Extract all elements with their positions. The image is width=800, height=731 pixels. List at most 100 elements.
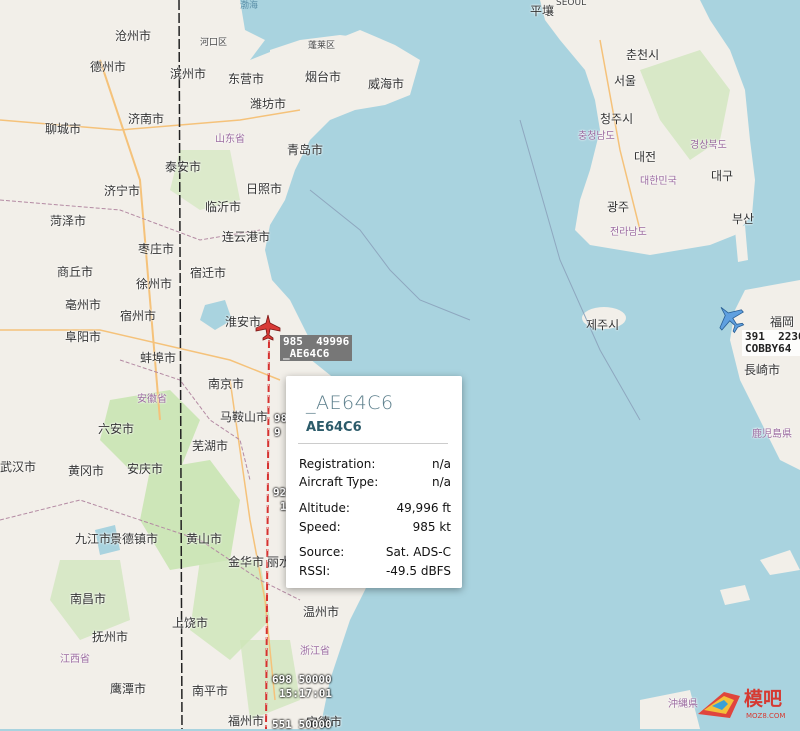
- aircraft-label-ae64c6[interactable]: 985 49996 _AE64C6: [280, 335, 353, 361]
- trail-label: 92: [273, 486, 287, 499]
- city-label: 제주시: [586, 318, 620, 332]
- popup-row-source: Source: Sat. ADS-C: [299, 545, 451, 560]
- row-key: Altitude:: [299, 501, 350, 515]
- city-label: 武汉市: [0, 460, 37, 474]
- city-label: 蚌埠市: [140, 351, 177, 365]
- watermark-text: 模吧: [744, 687, 782, 710]
- label-callsign: _AE64C6: [283, 347, 330, 360]
- city-label: 聊城市: [45, 122, 82, 136]
- city-label: 滨州市: [170, 67, 207, 81]
- city-label: 六安市: [98, 422, 135, 436]
- city-label: 商丘市: [57, 265, 94, 279]
- city-label: 徐州市: [136, 277, 173, 291]
- popup-hex-link[interactable]: AE64C6: [306, 420, 362, 435]
- city-label: 芜湖市: [192, 439, 229, 453]
- city-label: 黄山市: [186, 532, 223, 546]
- watermark-sub: MOZ8.COM: [746, 712, 785, 720]
- city-label: 烟台市: [305, 70, 342, 84]
- city-label: 德州市: [90, 60, 127, 74]
- city-label: 福州市: [228, 714, 265, 728]
- aircraft-info-popup[interactable]: _AE64C6 AE64C6 Registration: n/a Aircraf…: [286, 376, 462, 588]
- city-label: 泰安市: [165, 160, 202, 174]
- city-label: 宿迁市: [190, 266, 227, 280]
- city-label: 대전: [634, 150, 657, 164]
- popup-row-rssi: RSSI: -49.5 dBFS: [299, 564, 451, 579]
- trail-label: 698 50000: [272, 673, 332, 686]
- city-label: 平壤: [530, 4, 555, 18]
- city-label: 安庆市: [127, 462, 164, 476]
- city-label: 南京市: [208, 377, 245, 391]
- row-key: Aircraft Type:: [299, 475, 379, 489]
- city-label: 潍坊市: [250, 97, 287, 111]
- popup-row-speed: Speed: 985 kt: [299, 520, 451, 535]
- row-value: 985 kt: [412, 520, 451, 534]
- row-key: Speed:: [299, 520, 341, 534]
- popup-row-altitude: Altitude: 49,996 ft: [299, 501, 451, 516]
- city-label: 江西省: [60, 654, 90, 665]
- city-label: 亳州市: [65, 298, 102, 312]
- row-key: RSSI:: [299, 564, 331, 578]
- city-label: 宿州市: [120, 309, 157, 323]
- row-value: Sat. ADS-C: [385, 545, 451, 559]
- row-value: n/a: [431, 475, 451, 489]
- city-label: SEOUL: [556, 0, 587, 8]
- trail-label: 551 50000: [272, 718, 332, 731]
- city-label: 上饶市: [172, 616, 209, 630]
- city-label: 景德镇市: [110, 532, 159, 546]
- city-label: 威海市: [368, 77, 405, 91]
- city-label: 淮安市: [225, 315, 262, 329]
- city-label: 광주: [607, 200, 630, 214]
- row-value: 49,996 ft: [396, 501, 451, 515]
- row-value: -49.5 dBFS: [385, 564, 451, 578]
- city-label: 连云港市: [222, 230, 271, 244]
- city-label: 충청남도: [578, 131, 615, 142]
- city-label: 日照市: [246, 182, 283, 196]
- city-label: 山东省: [215, 134, 245, 145]
- city-label: 温州市: [303, 605, 340, 619]
- city-label: 菏泽市: [50, 214, 87, 228]
- popup-row-registration: Registration: n/a: [299, 457, 451, 472]
- city-label: 抚州市: [92, 630, 129, 644]
- city-label: 东营市: [228, 72, 265, 86]
- city-label: 대한민국: [640, 176, 677, 187]
- label-callsign: COBBY64: [745, 342, 792, 355]
- row-key: Source:: [299, 545, 345, 559]
- row-key: Registration:: [299, 457, 376, 471]
- city-label: 金华市: [228, 555, 265, 569]
- city-label: 南昌市: [70, 592, 107, 606]
- city-label: 鹿児島県: [752, 429, 792, 440]
- city-label: 九江市: [75, 532, 112, 546]
- city-label: 蓬莱区: [308, 41, 336, 51]
- city-label: 서울: [614, 74, 637, 88]
- city-label: 부산: [732, 212, 755, 226]
- city-label: 鹰潭市: [110, 682, 147, 696]
- aircraft-label-cobby[interactable]: 391 2230 COBBY64: [742, 330, 800, 356]
- popup-callsign: _AE64C6: [306, 392, 394, 414]
- row-value: n/a: [431, 457, 451, 471]
- city-label: 河口区: [200, 38, 228, 48]
- city-label: 枣庄市: [138, 242, 175, 256]
- trail-label: 9: [274, 426, 281, 439]
- city-label: 청주시: [600, 112, 634, 126]
- map-canvas[interactable]: [0, 0, 800, 729]
- city-label: 安徽省: [137, 394, 167, 405]
- popup-divider: [298, 443, 448, 444]
- city-label: 경상북도: [690, 140, 727, 151]
- city-label: 대구: [711, 169, 734, 183]
- city-label: 青岛市: [287, 143, 324, 157]
- city-label: 福岡: [770, 315, 795, 329]
- city-label: 马鞍山市: [220, 410, 269, 424]
- watermark-logo: 模吧 MOZ8.COM: [694, 680, 798, 726]
- city-label: 济南市: [128, 112, 165, 126]
- trail-label: 15:17:01: [279, 687, 332, 700]
- city-label: 長崎市: [744, 363, 781, 377]
- city-label: 춘천시: [626, 48, 660, 62]
- city-label: 济宁市: [104, 184, 141, 198]
- city-label: 沧州市: [115, 29, 152, 43]
- city-label: 渤海: [240, 1, 259, 11]
- city-label: 临沂市: [205, 200, 242, 214]
- city-label: 전라남도: [610, 227, 647, 238]
- city-label: 黄冈市: [68, 464, 105, 478]
- city-label: 阜阳市: [65, 330, 102, 344]
- city-label: 浙江省: [300, 646, 330, 657]
